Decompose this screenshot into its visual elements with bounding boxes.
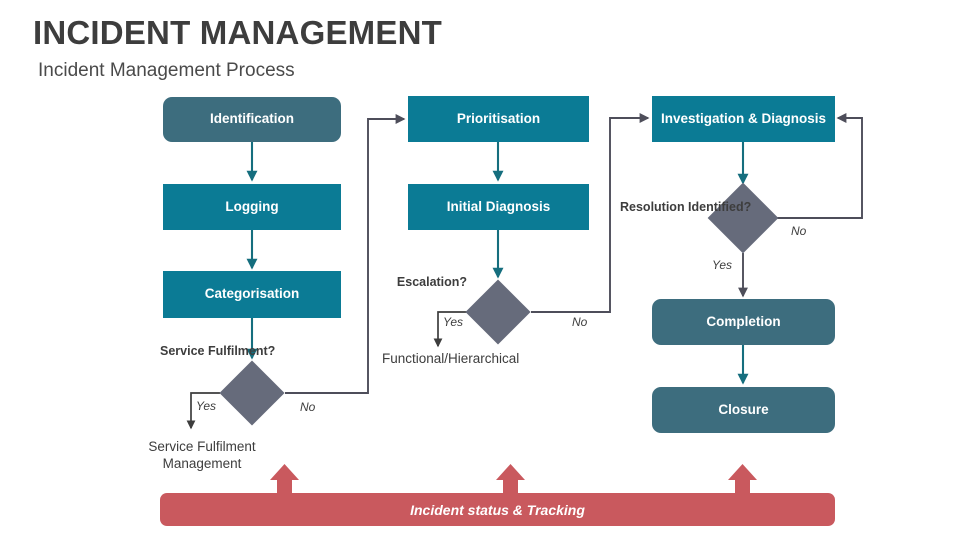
node-initial-diagnosis-label: Initial Diagnosis: [446, 198, 551, 214]
decision-service-fulfilment[interactable]: [219, 360, 285, 426]
node-completion[interactable]: Completion: [652, 299, 835, 345]
node-logging-label: Logging: [225, 198, 279, 214]
incident-status-tracking-label: Incident status & Tracking: [410, 501, 585, 518]
node-investigation-diagnosis-label: Investigation & Diagnosis: [660, 110, 827, 126]
node-initial-diagnosis[interactable]: Initial Diagnosis: [408, 184, 589, 230]
node-investigation-diagnosis[interactable]: Investigation & Diagnosis: [652, 96, 835, 142]
decision-resolution-identified[interactable]: [707, 182, 779, 254]
terminal-functional-hierarchical: Functional/Hierarchical: [382, 351, 520, 366]
branch-resolution-no: No: [791, 224, 807, 238]
node-categorisation-label: Categorisation: [204, 286, 300, 302]
node-identification[interactable]: Identification: [163, 97, 341, 142]
node-logging[interactable]: Logging: [163, 184, 341, 230]
node-closure[interactable]: Closure: [652, 387, 835, 433]
terminal-service-fulfilment-management: Service Fulfilment Management: [148, 439, 256, 472]
branch-escalation-yes: Yes: [443, 315, 464, 329]
page-title: INCIDENT MANAGEMENT: [33, 14, 442, 51]
decision-escalation[interactable]: [465, 279, 531, 345]
node-prioritisation-label: Prioritisation: [456, 110, 541, 126]
decision-service-fulfilment-label: Service Fulfilment?: [160, 344, 276, 358]
node-identification-label: Identification: [210, 111, 294, 127]
branch-resolution-yes: Yes: [712, 258, 733, 272]
node-prioritisation[interactable]: Prioritisation: [408, 96, 589, 142]
decision-escalation-label: Escalation?: [396, 275, 468, 289]
node-categorisation[interactable]: Categorisation: [163, 271, 341, 318]
incident-status-tracking-bar[interactable]: Incident status & Tracking: [160, 493, 835, 526]
node-completion-label: Completion: [706, 313, 781, 329]
branch-escalation-no: No: [572, 315, 588, 329]
page-subtitle: Incident Management Process: [38, 60, 295, 81]
decision-resolution-identified-label: Resolution Identified?: [620, 200, 752, 214]
node-closure-label: Closure: [718, 401, 769, 417]
branch-service-fulfilment-no: No: [300, 400, 316, 414]
flowchart-canvas: INCIDENT MANAGEMENT Incident Management …: [0, 0, 960, 540]
branch-service-fulfilment-yes: Yes: [196, 399, 217, 413]
